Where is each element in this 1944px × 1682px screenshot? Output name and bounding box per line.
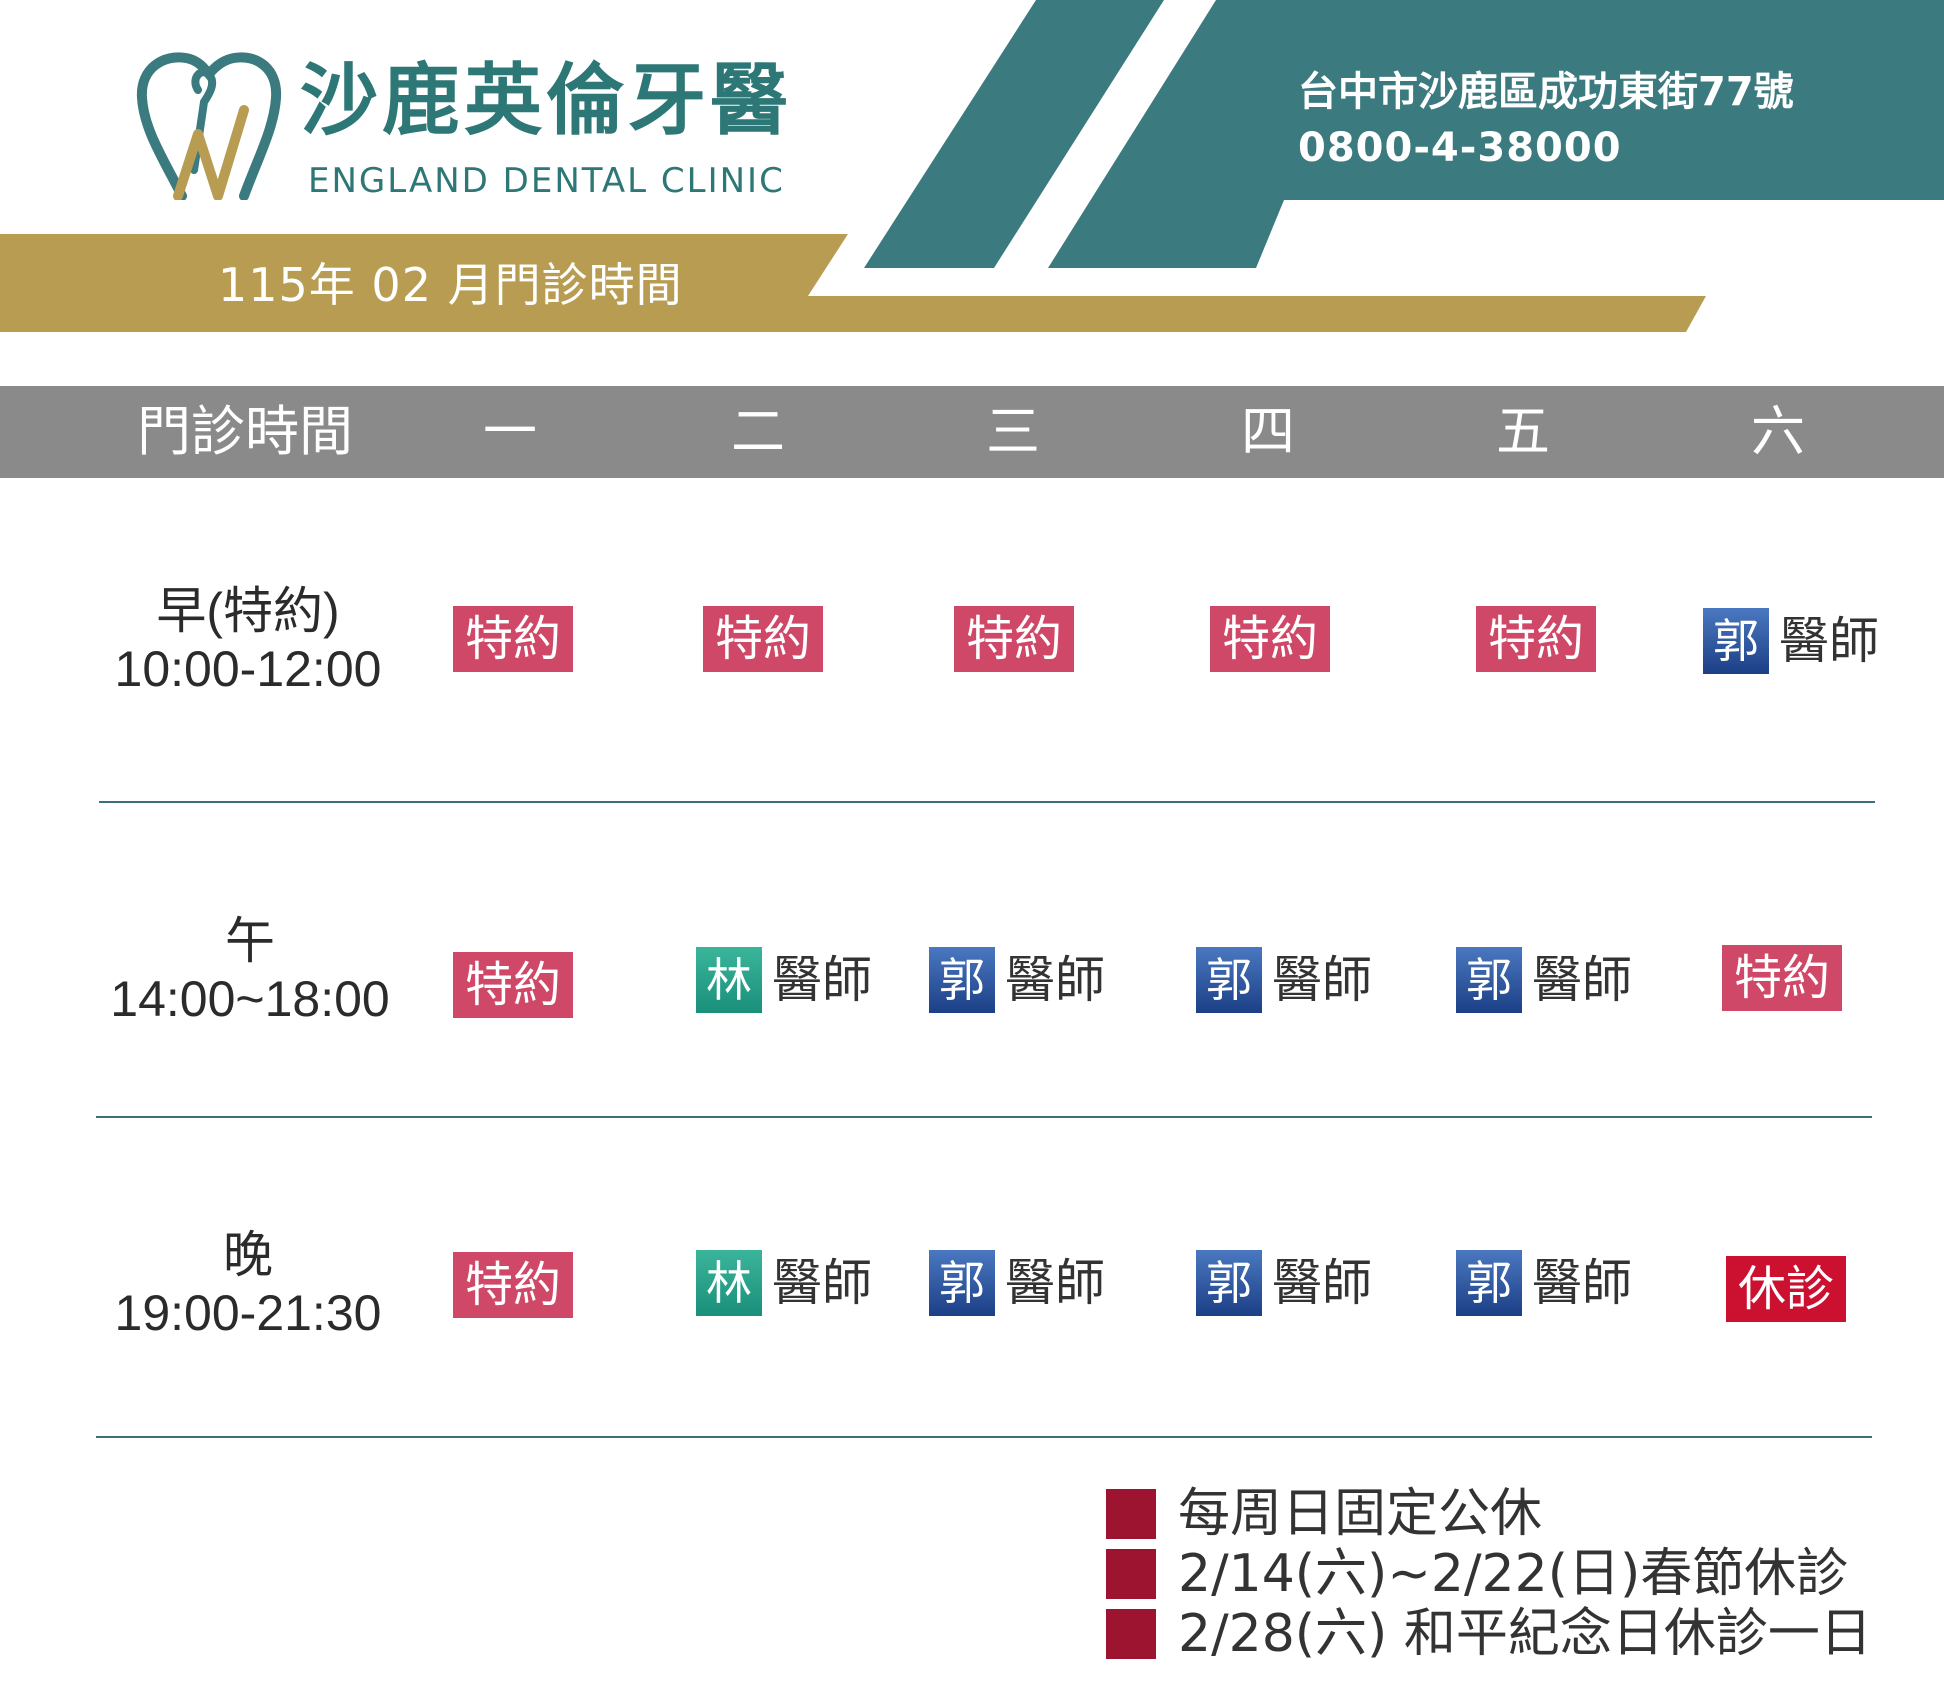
row-time: 19:00-21:30 (114, 1285, 382, 1341)
month-title: 115年 02 月門診時間 (218, 258, 683, 312)
row-divider (96, 1436, 1872, 1438)
doctor-label: 醫師 (1272, 951, 1372, 1009)
doctor-tag: 林 (696, 947, 762, 1013)
doctor-tag: 郭 (1196, 1250, 1262, 1316)
doctor-label: 醫師 (1779, 612, 1879, 670)
doctor-tag: 郭 (1456, 1250, 1522, 1316)
slot-fri-morning: 特約 (1476, 606, 1596, 672)
column-header-fri: 五 (1496, 400, 1550, 463)
clinic-address: 台中市沙鹿區成功東街77號 (1298, 69, 1794, 115)
clinic-name-cn: 沙鹿英倫牙醫 (300, 56, 793, 146)
row-name: 午 (225, 913, 275, 969)
note-item: 2/28(六) 和平紀念日休診一日 (1106, 1606, 1872, 1662)
row-divider (96, 1116, 1872, 1118)
slot-wed-afternoon: 郭醫師 (929, 947, 1105, 1013)
column-header-wed: 三 (986, 400, 1040, 463)
tooth-logo-icon (136, 52, 282, 200)
doctor-label: 醫師 (1532, 951, 1632, 1009)
slot-tue-evening: 林醫師 (696, 1250, 872, 1316)
doctor-label: 醫師 (772, 1254, 872, 1312)
slot-wed-evening: 郭醫師 (929, 1250, 1105, 1316)
column-header-sat: 六 (1751, 400, 1805, 463)
slot-thu-morning: 特約 (1210, 606, 1330, 672)
note-bullet-icon (1106, 1549, 1156, 1599)
slot-mon-morning: 特約 (453, 606, 573, 672)
column-header-time: 門診時間 (137, 400, 353, 463)
slot-mon-afternoon: 特約 (453, 952, 573, 1018)
doctor-label: 醫師 (1272, 1254, 1372, 1312)
row-time: 14:00~18:00 (110, 971, 390, 1027)
note-bullet-icon (1106, 1489, 1156, 1539)
doctor-label: 醫師 (772, 951, 872, 1009)
column-header-mon: 一 (483, 400, 537, 463)
doctor-label: 醫師 (1005, 1254, 1105, 1312)
note-text: 2/28(六) 和平紀念日休診一日 (1178, 1604, 1872, 1664)
row-time: 10:00-12:00 (114, 641, 382, 697)
clinic-phone: 0800-4-38000 (1298, 125, 1622, 171)
doctor-tag: 郭 (929, 1250, 995, 1316)
note-text: 每周日固定公休 (1178, 1484, 1543, 1544)
slot-tue-afternoon: 林醫師 (696, 947, 872, 1013)
slot-fri-evening: 郭醫師 (1456, 1250, 1632, 1316)
column-header-tue: 二 (731, 400, 785, 463)
row-name: 晚 (223, 1227, 273, 1283)
slot-wed-morning: 特約 (954, 606, 1074, 672)
note-item: 每周日固定公休 (1106, 1486, 1542, 1542)
slot-thu-afternoon: 郭醫師 (1196, 947, 1372, 1013)
doctor-label: 醫師 (1005, 951, 1105, 1009)
doctor-tag: 林 (696, 1250, 762, 1316)
slot-thu-evening: 郭醫師 (1196, 1250, 1372, 1316)
note-text: 2/14(六)~2/22(日)春節休診 (1178, 1544, 1849, 1604)
row-divider (99, 801, 1875, 803)
slot-sat-evening: 休診 (1726, 1256, 1846, 1322)
note-item: 2/14(六)~2/22(日)春節休診 (1106, 1546, 1848, 1602)
note-bullet-icon (1106, 1609, 1156, 1659)
slot-mon-evening: 特約 (453, 1252, 573, 1318)
slot-tue-morning: 特約 (703, 606, 823, 672)
slot-fri-afternoon: 郭醫師 (1456, 947, 1632, 1013)
row-label-afternoon: 午 14:00~18:00 (90, 912, 410, 1028)
doctor-tag: 郭 (1703, 608, 1769, 674)
doctor-tag: 郭 (1196, 947, 1262, 1013)
row-label-morning: 早(特約) 10:00-12:00 (88, 582, 408, 698)
doctor-tag: 郭 (929, 947, 995, 1013)
row-label-evening: 晚 19:00-21:30 (88, 1226, 408, 1342)
slot-sat-morning: 郭醫師 (1703, 608, 1879, 674)
column-header-thu: 四 (1241, 400, 1295, 463)
doctor-tag: 郭 (1456, 947, 1522, 1013)
clinic-name-en: ENGLAND DENTAL CLINIC (308, 161, 785, 201)
row-name: 早(特約) (156, 583, 340, 639)
doctor-label: 醫師 (1532, 1254, 1632, 1312)
slot-sat-afternoon: 特約 (1722, 945, 1842, 1011)
